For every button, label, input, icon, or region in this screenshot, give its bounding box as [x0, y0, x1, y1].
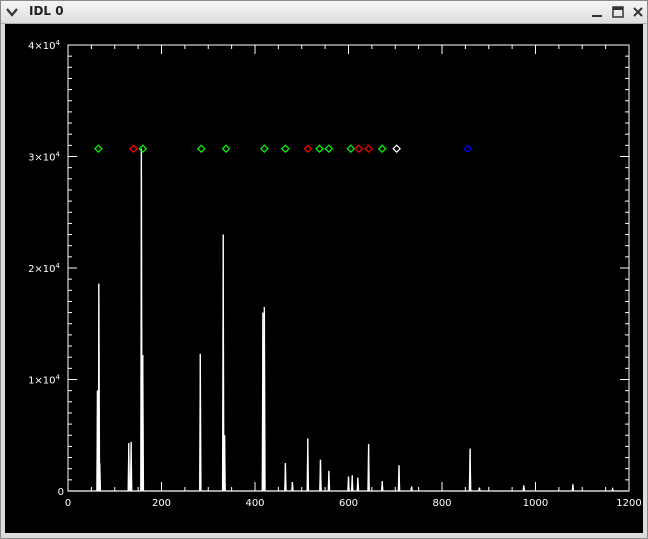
x-tick-label: 600: [339, 498, 358, 509]
maximize-icon[interactable]: [610, 4, 626, 20]
diamond-marker: [377, 144, 387, 154]
diamond-marker: [354, 144, 364, 154]
y-tick-label: 3×104: [28, 151, 60, 164]
diamond-marker: [129, 144, 138, 154]
x-tick-label: 200: [152, 498, 171, 509]
minimize-icon[interactable]: [589, 4, 605, 20]
diamond-marker: [463, 144, 473, 154]
diamond-marker: [221, 144, 231, 154]
window-title: IDL 0: [29, 4, 64, 18]
diamond-marker: [324, 144, 334, 154]
diamond-marker: [303, 144, 313, 154]
x-tick-label: 400: [245, 498, 264, 509]
y-tick-label: 1×104: [28, 374, 60, 387]
plot-frame: [67, 44, 630, 492]
x-tick-label: 1200: [616, 498, 641, 509]
title-bar[interactable]: IDL 0: [1, 1, 647, 24]
y-tick-label: 2×104: [28, 262, 60, 275]
diamond-marker: [138, 144, 148, 154]
spectrum-chart: 0 200 400 600 800 1000 1200 0 1×104 2×104 3×104 4×…: [28, 39, 642, 509]
diamond-marker: [196, 144, 206, 154]
y-tick-label: 4×104: [28, 39, 60, 52]
diamond-marker: [94, 144, 103, 154]
x-tick-label: 800: [432, 498, 451, 509]
y-tick-label: 0: [58, 487, 64, 498]
chevron-down-icon[interactable]: [4, 4, 20, 20]
diamond-marker: [346, 144, 356, 154]
diamond-marker: [315, 144, 324, 154]
spectrum-line: [68, 148, 629, 492]
diamond-marker: [364, 144, 373, 154]
idl-window: IDL 0 0 200 400 600 800 1000 1200 0 1×104 2×104 3…: [0, 0, 648, 539]
diamond-marker: [392, 144, 402, 154]
plot-canvas: 0 200 400 600 800 1000 1200 0 1×104 2×104 3×104 4×…: [5, 24, 643, 533]
x-tick-label: 0: [65, 498, 71, 509]
diamond-marker: [260, 144, 269, 154]
close-icon[interactable]: [630, 4, 646, 20]
x-tick-label: 1000: [523, 498, 548, 509]
diamond-marker: [281, 144, 290, 154]
